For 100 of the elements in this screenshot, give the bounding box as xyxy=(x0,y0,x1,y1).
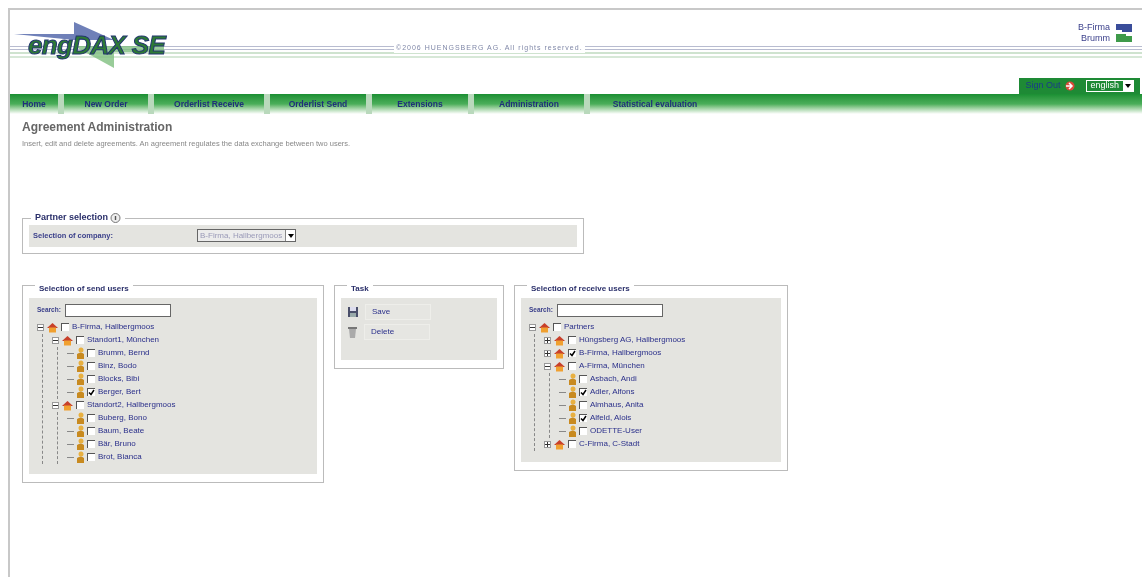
panel-legend: Task xyxy=(351,283,369,293)
expand-icon[interactable] xyxy=(544,440,551,448)
tree-item[interactable]: B-Firma, Hallbergmoos xyxy=(72,321,155,334)
house-icon xyxy=(538,321,551,333)
checkbox[interactable] xyxy=(579,388,587,397)
collapse-icon[interactable] xyxy=(52,401,59,409)
nav-separator xyxy=(366,94,372,114)
nav-separator xyxy=(468,94,474,114)
tree-item[interactable]: Blocks, Bibi xyxy=(98,373,140,386)
checkbox[interactable] xyxy=(87,440,95,449)
trash-icon xyxy=(347,325,358,338)
checkbox[interactable] xyxy=(76,336,84,345)
nav-separator xyxy=(148,94,154,114)
person-icon xyxy=(76,451,85,464)
tree-item[interactable]: Binz, Bodo xyxy=(98,360,137,373)
tree-item[interactable]: Bär, Bruno xyxy=(98,438,136,451)
checkbox[interactable] xyxy=(61,323,69,332)
tree-item[interactable]: A-Firma, München xyxy=(579,360,645,373)
checkbox[interactable] xyxy=(87,427,95,436)
checkbox[interactable] xyxy=(87,453,95,462)
checkbox[interactable] xyxy=(579,401,587,410)
language-select[interactable]: english xyxy=(1086,80,1134,92)
tree-item[interactable]: Standort1, München xyxy=(87,334,160,347)
checkbox[interactable] xyxy=(87,388,95,397)
tree-item[interactable]: Hüngsberg AG, Hallbergmoos xyxy=(579,334,686,347)
nav-tab[interactable]: Administration xyxy=(474,94,584,114)
tree-item[interactable]: Berger, Bert xyxy=(98,386,141,399)
nav-tab[interactable]: New Order xyxy=(64,94,148,114)
person-icon xyxy=(568,425,577,438)
panel-legend: Selection of receive users xyxy=(531,283,630,293)
checkbox[interactable] xyxy=(553,323,561,332)
tree-item[interactable]: Adler, Alfons xyxy=(590,386,635,399)
checkbox[interactable] xyxy=(579,427,587,436)
exit-icon xyxy=(1064,81,1077,91)
tree-item[interactable]: C-Firma, C-Stadt xyxy=(579,438,640,451)
checkbox[interactable] xyxy=(568,336,576,345)
checkbox[interactable] xyxy=(579,375,587,384)
checkbox[interactable] xyxy=(87,375,95,384)
checkbox[interactable] xyxy=(87,414,95,423)
house-icon xyxy=(61,399,74,411)
person-icon xyxy=(76,438,85,451)
person-icon xyxy=(76,360,85,373)
tree-item[interactable]: Partners xyxy=(564,321,595,334)
page-title: Agreement Administration xyxy=(22,119,174,136)
dropdown-icon xyxy=(285,230,296,242)
checkbox[interactable] xyxy=(579,414,587,423)
info-icon xyxy=(110,212,122,224)
tree-item[interactable]: B-Firma, Hallbergmoos xyxy=(579,347,662,360)
nav-tab[interactable]: Extensions xyxy=(372,94,468,114)
tree-item[interactable]: Baum, Beate xyxy=(98,425,145,438)
nav-tab[interactable]: Home xyxy=(10,94,58,114)
tree-item[interactable]: Brumm, Bernd xyxy=(98,347,150,360)
nav-tab[interactable]: Orderlist Send xyxy=(270,94,366,114)
save-button[interactable]: Save xyxy=(365,303,431,320)
dropdown-icon xyxy=(1123,81,1133,91)
house-icon xyxy=(553,438,566,450)
expand-icon[interactable] xyxy=(544,336,551,344)
tree-item[interactable]: Alfeld, Alois xyxy=(590,412,632,425)
tree-item[interactable]: Buberg, Bono xyxy=(98,412,147,425)
nav-separator xyxy=(584,94,590,114)
house-icon xyxy=(61,334,74,346)
nav-tab[interactable]: Orderlist Receive xyxy=(154,94,264,114)
nav-tab[interactable]: Statistical evaluation xyxy=(590,94,720,114)
checkbox[interactable] xyxy=(568,349,576,358)
panel-legend: Selection of send users xyxy=(39,283,129,293)
person-icon xyxy=(76,425,85,438)
person-icon xyxy=(76,373,85,386)
expand-icon[interactable] xyxy=(544,349,551,357)
checkbox[interactable] xyxy=(87,362,95,371)
house-icon xyxy=(553,360,566,372)
logo: engDAX SE xyxy=(14,20,186,70)
collapse-icon[interactable] xyxy=(529,323,536,331)
checkbox[interactable] xyxy=(76,401,84,410)
tree-item[interactable]: ODETTE-User xyxy=(590,425,642,438)
person-icon xyxy=(76,386,85,399)
person-icon xyxy=(568,386,577,399)
house-icon xyxy=(46,321,59,333)
person-icon xyxy=(76,412,85,425)
user-name-text: Brumm xyxy=(1080,33,1110,44)
user-name-text: B-Firma xyxy=(1078,22,1110,33)
tree-item[interactable]: Almhaus, Anita xyxy=(590,399,644,412)
tree-item[interactable]: Brot, Bianca xyxy=(98,451,142,464)
nav-separator xyxy=(58,94,64,114)
delete-button[interactable]: Delete xyxy=(364,323,430,340)
checkbox[interactable] xyxy=(568,440,576,449)
search-field[interactable] xyxy=(556,303,663,317)
nav-separator xyxy=(264,94,270,114)
person-icon xyxy=(568,399,577,412)
panel-legend: Partner selection xyxy=(35,211,109,225)
house-icon xyxy=(553,334,566,346)
person-icon xyxy=(76,347,85,360)
tree-item[interactable]: Standort2, Hallbergmoos xyxy=(87,399,176,412)
tree-item[interactable]: Asbach, Andi xyxy=(590,373,637,386)
checkbox[interactable] xyxy=(568,362,576,371)
collapse-icon[interactable] xyxy=(52,336,59,344)
checkbox[interactable] xyxy=(87,349,95,358)
search-field[interactable] xyxy=(64,303,171,317)
collapse-icon[interactable] xyxy=(544,362,551,370)
person-icon xyxy=(568,412,577,425)
collapse-icon[interactable] xyxy=(37,323,44,331)
